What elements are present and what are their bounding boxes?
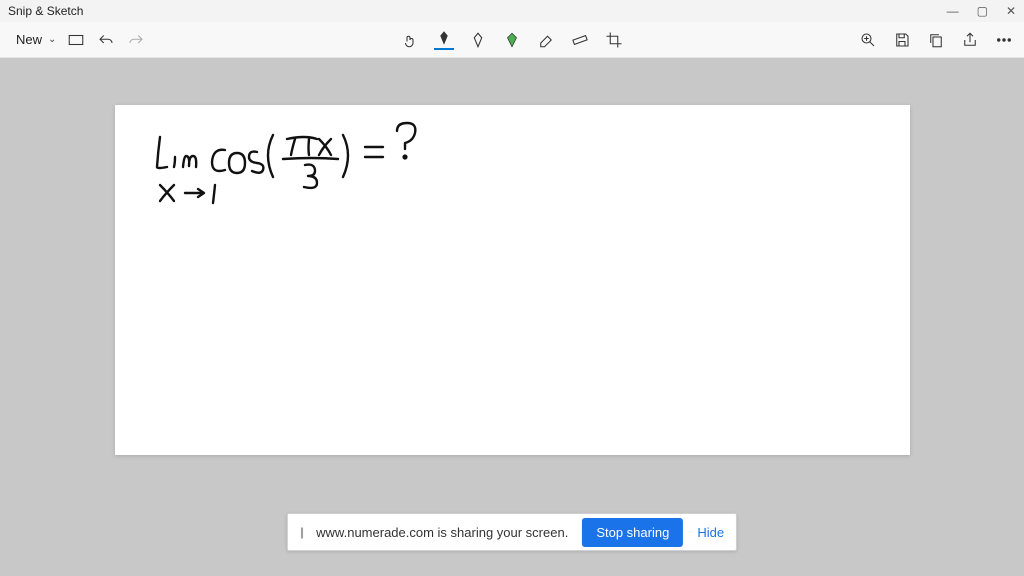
redo-button [126,30,146,50]
maximize-button[interactable]: ▢ [977,4,988,18]
share-icon[interactable] [960,30,980,50]
highlighter-icon[interactable] [502,30,522,50]
ruler-icon[interactable] [570,30,590,50]
window-title: Snip & Sketch [8,4,83,18]
touch-writing-icon[interactable] [400,30,420,50]
minimize-button[interactable]: — [947,4,959,18]
close-button[interactable]: ✕ [1006,4,1016,18]
crop-icon[interactable] [604,30,624,50]
chevron-down-icon[interactable]: ⌄ [48,34,56,45]
undo-button[interactable] [96,30,116,50]
more-icon[interactable] [994,30,1014,50]
eraser-icon[interactable] [536,30,556,50]
fullscreen-snip-icon[interactable] [66,30,86,50]
toolbar-right [858,30,1014,50]
titlebar: Snip & Sketch — ▢ ✕ [0,0,1024,22]
copy-icon[interactable] [926,30,946,50]
screen-share-bar: || www.numerade.com is sharing your scre… [287,513,737,551]
toolbar-center [400,30,624,50]
canvas-area [0,58,1024,576]
new-snip-button[interactable]: New ⌄ [10,32,56,47]
toolbar-left: New ⌄ [10,30,146,50]
drag-handle-icon[interactable]: || [300,525,302,539]
ballpoint-pen-icon[interactable] [434,30,454,50]
zoom-icon[interactable] [858,30,878,50]
hide-share-bar-button[interactable]: Hide [697,525,724,540]
share-message: www.numerade.com is sharing your screen. [316,525,568,540]
save-icon[interactable] [892,30,912,50]
new-label: New [16,32,42,47]
stop-sharing-button[interactable]: Stop sharing [582,518,683,547]
handwriting-ink [115,105,910,455]
pencil-icon[interactable] [468,30,488,50]
canvas-paper[interactable] [115,105,910,455]
window-controls: — ▢ ✕ [947,4,1016,18]
toolbar: New ⌄ [0,22,1024,58]
